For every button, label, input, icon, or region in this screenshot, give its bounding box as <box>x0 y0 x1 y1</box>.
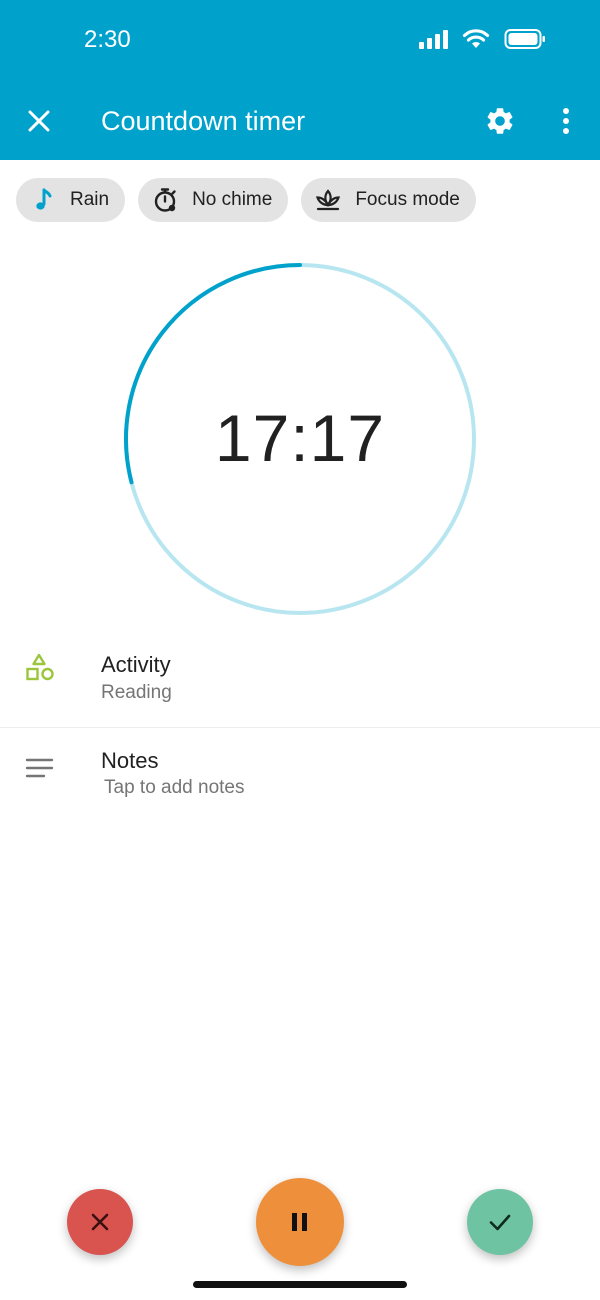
app-header: 2:30 Countdown timer <box>0 0 600 160</box>
option-chips: Rain No chime Focus mode <box>16 178 476 222</box>
finish-timer-button[interactable] <box>467 1189 533 1255</box>
cellular-signal-icon <box>419 29 448 49</box>
more-vert-icon[interactable] <box>554 105 578 137</box>
chip-sound[interactable]: Rain <box>16 178 126 222</box>
close-icon <box>91 1213 109 1231</box>
page-title: Countdown timer <box>101 106 306 136</box>
status-icons <box>419 28 546 50</box>
chip-chime[interactable]: No chime <box>138 178 289 222</box>
chip-chime-label: No chime <box>192 189 273 210</box>
chip-sound-label: Rain <box>70 189 110 210</box>
close-icon[interactable] <box>24 106 54 136</box>
home-indicator[interactable] <box>193 1281 407 1288</box>
cancel-timer-button[interactable] <box>67 1189 133 1255</box>
countdown-timer-screen: 2:30 Countdown timer Rain No chime Focus… <box>0 0 600 1300</box>
timer-display: 17:17 <box>214 401 386 475</box>
notes-title: Notes <box>101 748 159 773</box>
battery-icon <box>504 29 545 49</box>
chip-focus-label: Focus mode <box>355 189 460 210</box>
music-note-icon <box>36 188 52 210</box>
wifi-icon <box>462 29 490 48</box>
notes-placeholder: Tap to add notes <box>104 777 245 798</box>
activity-row[interactable]: Activity Reading <box>0 640 600 728</box>
check-icon <box>489 1214 511 1231</box>
gear-icon[interactable] <box>484 105 516 137</box>
notes-lines-icon <box>25 758 54 778</box>
shapes-icon <box>26 653 54 681</box>
lotus-icon <box>316 189 341 211</box>
activity-value: Reading <box>101 682 172 703</box>
notes-row[interactable]: Notes Tap to add notes <box>0 728 600 818</box>
activity-title: Activity <box>101 652 171 677</box>
timer-off-icon <box>154 188 176 212</box>
status-time: 2:30 <box>84 26 131 53</box>
pause-button[interactable] <box>256 1178 344 1266</box>
pause-icon <box>292 1213 307 1231</box>
chip-focus-mode[interactable]: Focus mode <box>301 178 476 222</box>
